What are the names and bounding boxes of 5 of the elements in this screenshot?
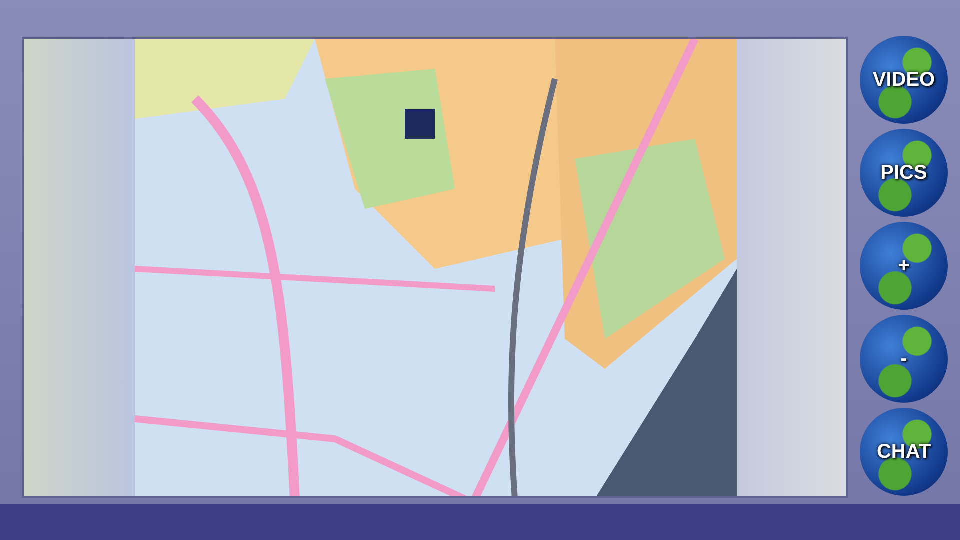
globe-button[interactable]: -: [860, 315, 948, 403]
globe-button[interactable]: CHAT: [860, 408, 948, 496]
globe-button[interactable]: VIDEO: [860, 36, 948, 124]
globe-button[interactable]: +: [860, 222, 948, 310]
globe-button[interactable]: PICS: [860, 129, 948, 217]
